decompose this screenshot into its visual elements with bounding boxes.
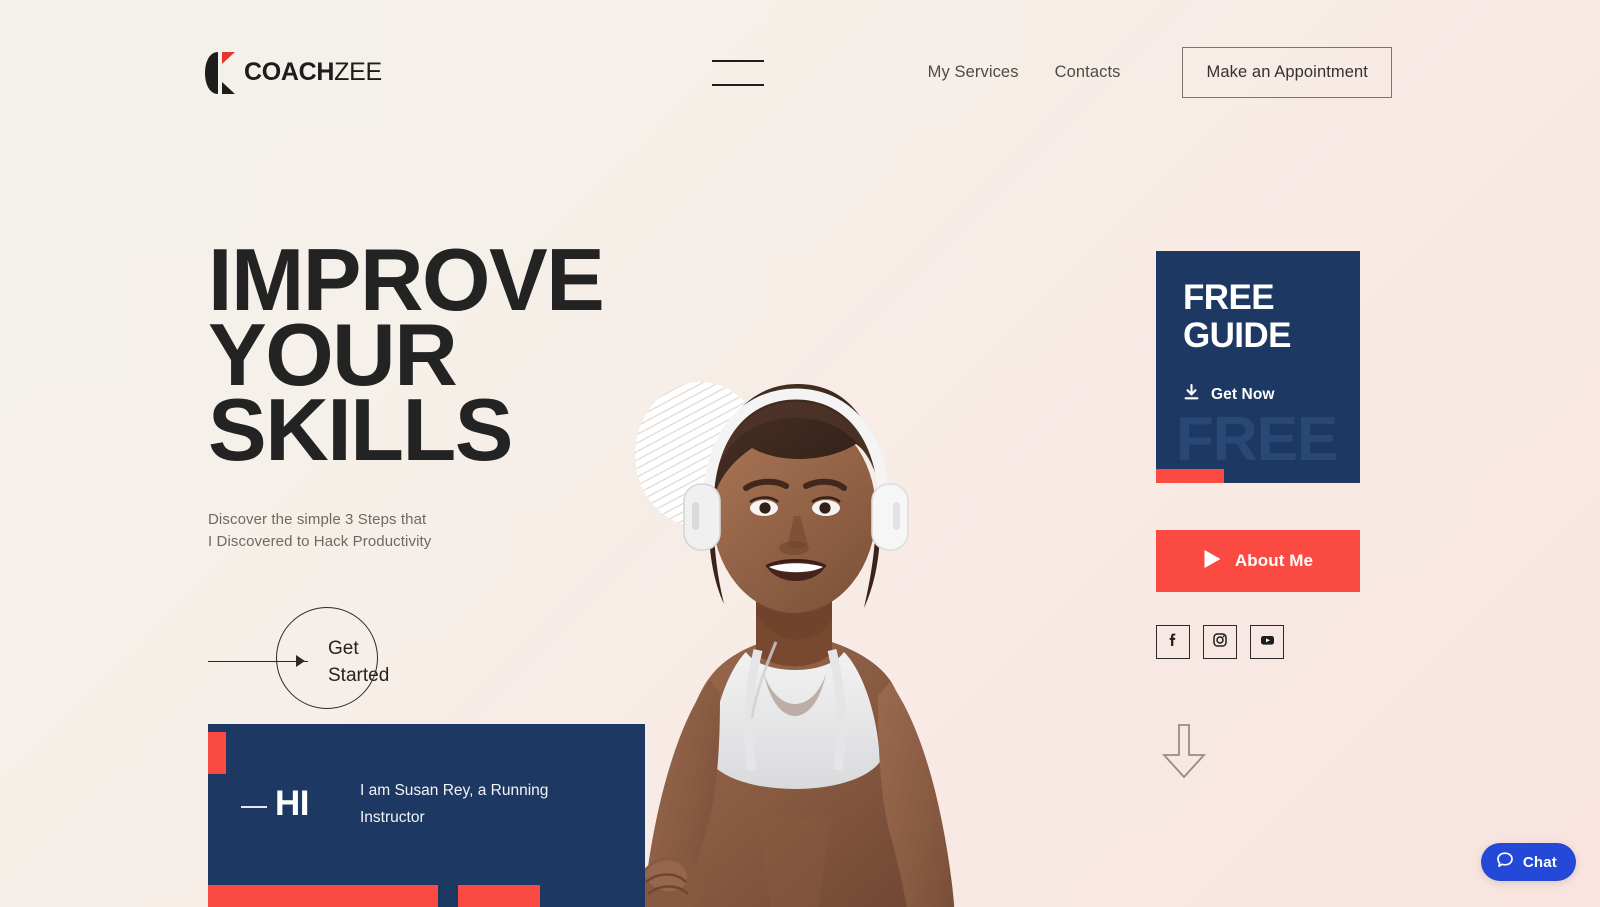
intro-card-bottom-bar-wide	[208, 885, 438, 907]
nav-link-my-services[interactable]: My Services	[928, 63, 1019, 82]
free-guide-watermark: FREE	[1176, 405, 1338, 474]
social-link-youtube[interactable]	[1250, 625, 1284, 659]
get-started-label: Get Started	[328, 635, 438, 690]
get-now-link[interactable]: Get Now	[1183, 383, 1275, 406]
facebook-icon	[1165, 632, 1181, 653]
site-header: COACHZEE My Services Contacts Make an Ap…	[0, 0, 1600, 145]
intro-card-accent-bar	[208, 732, 226, 774]
intro-greeting-row: HI	[241, 784, 310, 823]
free-guide-title-line-2: GUIDE	[1183, 315, 1291, 355]
get-started-line-1: Get	[328, 637, 359, 659]
scroll-down-indicator[interactable]	[1156, 722, 1212, 780]
social-links	[1156, 625, 1360, 659]
free-guide-accent-bar	[1156, 469, 1224, 483]
hamburger-line	[711, 59, 764, 62]
hero-right-column: FREE FREE GUIDE Get Now About Me	[1156, 251, 1360, 659]
arrow-down-icon	[1161, 724, 1207, 779]
nav-link-contacts[interactable]: Contacts	[1055, 63, 1121, 82]
chat-bubble-icon	[1496, 851, 1514, 874]
logo-light: ZEE	[334, 58, 382, 86]
intro-card-bottom-bar-narrow	[458, 885, 540, 907]
get-started-button[interactable]: Get Started	[208, 606, 428, 717]
get-now-label: Get Now	[1211, 386, 1275, 403]
social-link-facebook[interactable]	[1156, 625, 1190, 659]
chat-label: Chat	[1522, 853, 1557, 871]
free-guide-title-line-1: FREE	[1183, 278, 1275, 317]
about-me-button[interactable]: About Me	[1156, 530, 1360, 592]
hamburger-menu-icon[interactable]	[711, 59, 764, 86]
about-me-label: About Me	[1234, 551, 1314, 570]
logo[interactable]: COACHZEE	[205, 51, 382, 94]
greeting-label: HI	[275, 784, 310, 823]
logo-bold: COACH	[244, 58, 335, 86]
hamburger-line	[711, 83, 764, 86]
instagram-icon	[1212, 632, 1228, 653]
free-guide-title: FREE GUIDE	[1183, 279, 1291, 355]
chat-widget-button[interactable]: Chat	[1480, 843, 1576, 881]
download-icon	[1183, 383, 1200, 406]
logo-wordmark: COACHZEE	[244, 58, 382, 87]
intro-card: HI I am Susan Rey, a Running Instructor	[208, 724, 645, 907]
coachzee-c-mark-icon	[205, 51, 235, 94]
social-link-instagram[interactable]	[1203, 625, 1237, 659]
get-started-line-2: Started	[328, 665, 390, 687]
intro-description: I am Susan Rey, a Running Instructor	[360, 782, 549, 826]
free-guide-card[interactable]: FREE FREE GUIDE Get Now	[1156, 251, 1360, 483]
primary-nav: My Services Contacts Make an Appointment	[928, 47, 1392, 98]
greeting-dash	[241, 806, 267, 808]
make-appointment-button[interactable]: Make an Appointment	[1182, 47, 1392, 98]
play-icon	[1203, 549, 1222, 574]
youtube-icon	[1259, 632, 1276, 653]
